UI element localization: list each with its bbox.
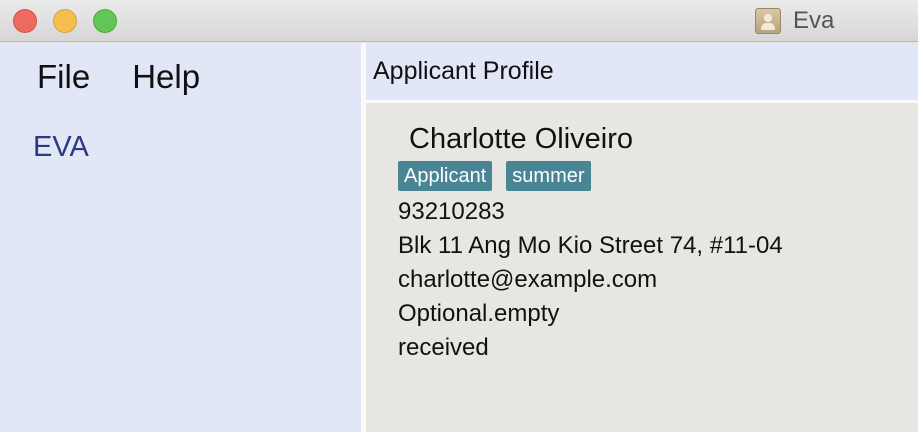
applicant-name: Charlotte Oliveiro [409,123,634,155]
menu-help[interactable]: Help [132,57,200,97]
profile-card: Charlotte Oliveiro Applicant summer 9321… [398,121,783,365]
phone-field: 93210283 [398,198,505,225]
minimize-window-button[interactable] [53,9,77,33]
window-title: Eva [755,6,834,36]
close-window-button[interactable] [13,9,37,33]
tag-badge: summer [506,161,591,191]
menu-file[interactable]: File [37,57,90,97]
optional-field: Optional.empty [398,300,560,327]
left-pane: File Help EVA [0,43,361,432]
app-brand-label: EVA [33,131,89,163]
status-field: received [398,334,489,361]
profile-panel: Applicant Profile Charlotte Oliveiro App… [366,43,918,432]
window-title-text: Eva [793,7,835,34]
contacts-app-icon [755,8,781,34]
panel-title: Applicant Profile [373,57,554,85]
panel-header: Applicant Profile [366,43,918,103]
tag-badge: Applicant [398,161,493,191]
menu-bar: File Help [37,57,242,97]
window-titlebar: Eva [0,0,918,42]
maximize-window-button[interactable] [93,9,117,33]
tag-list: Applicant summer [398,161,783,191]
address-field: Blk 11 Ang Mo Kio Street 74, #11-04 [398,232,783,259]
email-field: charlotte@example.com [398,266,658,293]
